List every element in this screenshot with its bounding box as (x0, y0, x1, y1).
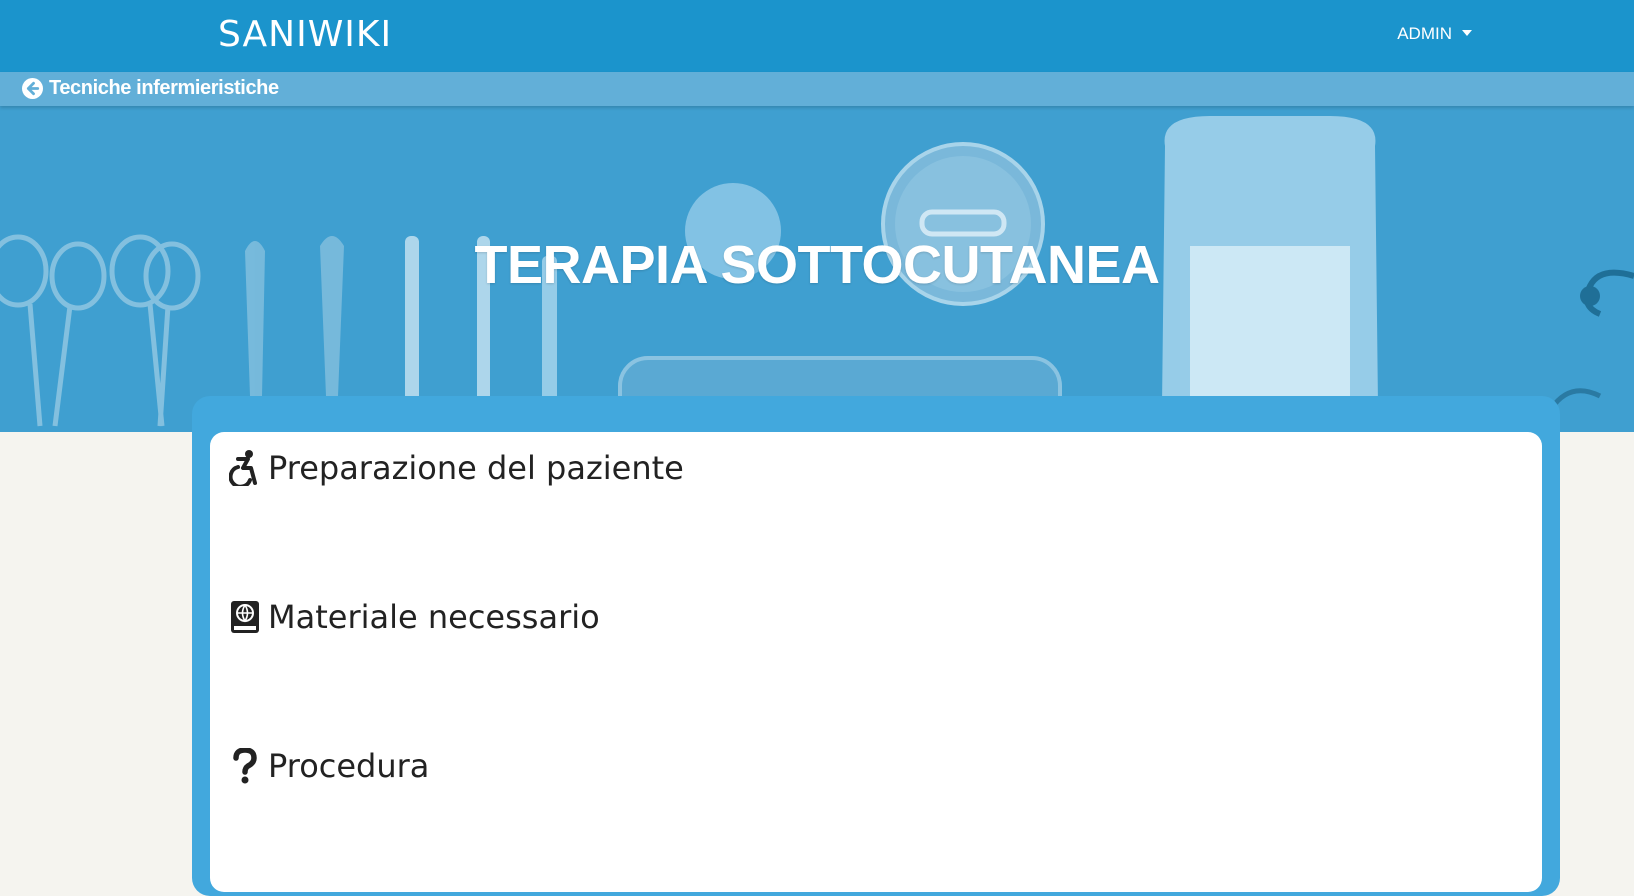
back-link[interactable]: Tecniche infermieristiche (22, 77, 279, 100)
page-title: TERAPIA SOTTOCUTANEA (474, 235, 1160, 295)
hero-banner: TERAPIA SOTTOCUTANEA (0, 106, 1634, 432)
arrow-circle-left-icon (22, 78, 43, 99)
section-preparazione: Preparazione del paziente (228, 448, 684, 488)
section-title: Procedura (268, 747, 430, 785)
caret-down-icon (1462, 29, 1472, 36)
section-title: Preparazione del paziente (268, 449, 684, 487)
brand-logo[interactable]: SANIWIKI (218, 14, 392, 55)
book-globe-icon (228, 597, 262, 637)
question-icon (228, 746, 262, 786)
top-navbar: SANIWIKI ADMIN (0, 0, 1634, 72)
content-card (210, 432, 1542, 892)
back-link-label: Tecniche infermieristiche (49, 77, 279, 99)
user-menu-dropdown[interactable]: ADMIN (1397, 24, 1472, 44)
section-title: Materiale necessario (268, 598, 600, 636)
wheelchair-icon (228, 448, 262, 488)
user-menu-label: ADMIN (1397, 24, 1452, 43)
section-procedura: Procedura (228, 746, 429, 786)
section-materiale: Materiale necessario (228, 597, 600, 637)
breadcrumb-bar: Tecniche infermieristiche (0, 72, 1634, 106)
